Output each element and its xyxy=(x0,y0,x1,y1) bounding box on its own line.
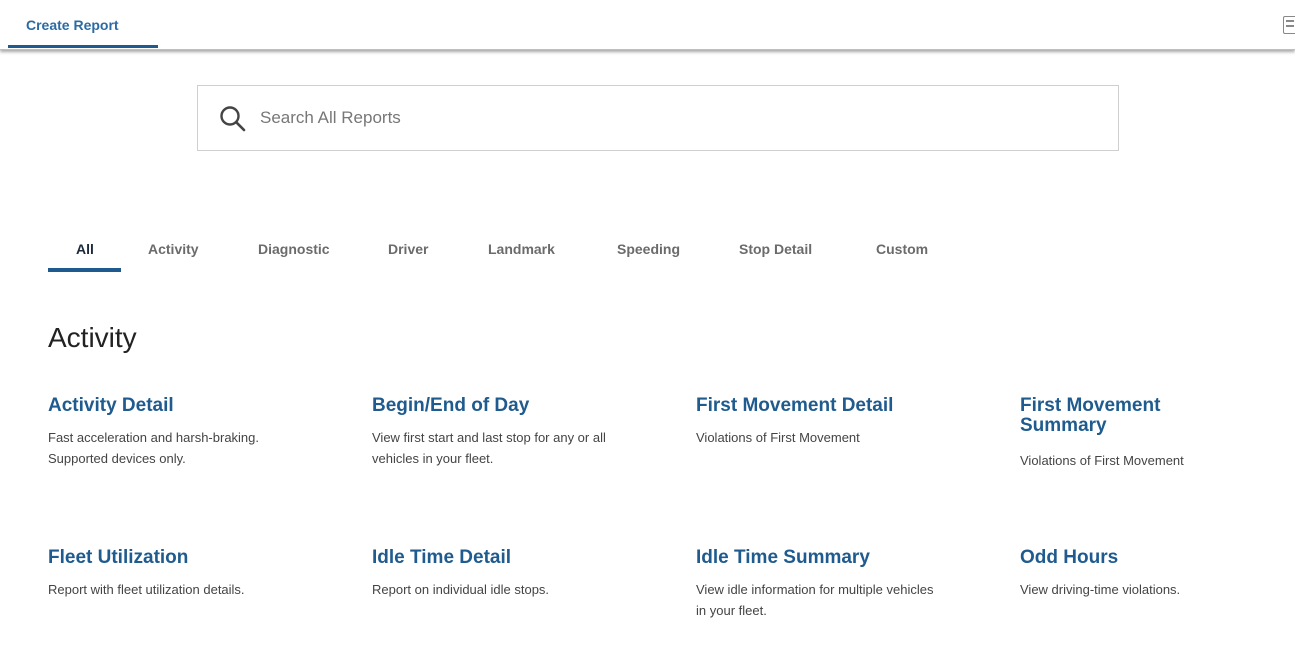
report-description: Fast acceleration and harsh-braking. Sup… xyxy=(48,430,260,466)
calendar-icon[interactable] xyxy=(1283,16,1295,34)
report-description: View driving-time violations. xyxy=(1020,582,1181,597)
search-box[interactable] xyxy=(197,85,1119,151)
report-title[interactable]: Fleet Utilization xyxy=(48,548,318,568)
report-card[interactable]: Odd Hours View driving-time violations. xyxy=(1020,548,1250,600)
report-description: View idle information for multiple vehic… xyxy=(696,582,934,618)
tab-diagnostic[interactable]: Diagnostic xyxy=(258,232,361,272)
search-icon xyxy=(220,106,246,132)
tab-landmark-label: Landmark xyxy=(488,241,555,257)
report-title[interactable]: Odd Hours xyxy=(1020,548,1250,568)
tab-speeding-label: Speeding xyxy=(617,241,681,257)
filter-tabs: All Activity Diagnostic Driver Landmark … xyxy=(48,232,936,274)
report-title[interactable]: First Movement Detail xyxy=(696,396,966,416)
top-bar: Create Report xyxy=(0,0,1295,50)
tab-create-report-label: Create Report xyxy=(26,17,119,33)
tab-activity[interactable]: Activity xyxy=(148,232,231,272)
report-card[interactable]: Idle Time Summary View idle information … xyxy=(696,548,966,621)
report-card[interactable]: Fleet Utilization Report with fleet util… xyxy=(48,548,318,600)
tab-landmark[interactable]: Landmark xyxy=(488,232,590,272)
tab-driver[interactable]: Driver xyxy=(388,232,461,272)
tab-custom[interactable]: Custom xyxy=(876,232,936,272)
report-description: View first start and last stop for any o… xyxy=(372,430,606,466)
tab-driver-label: Driver xyxy=(388,241,429,257)
tab-stop-detail[interactable]: Stop Detail xyxy=(739,232,849,272)
section-title: Activity xyxy=(48,322,137,353)
tab-activity-label: Activity xyxy=(148,241,199,257)
report-description: Violations of First Movement xyxy=(696,430,860,445)
tab-all-label: All xyxy=(76,241,94,257)
report-card[interactable]: First Movement Detail Violations of Firs… xyxy=(696,396,966,448)
report-card[interactable]: Idle Time Detail Report on individual id… xyxy=(372,548,642,600)
report-description: Report with fleet utilization details. xyxy=(48,582,245,597)
report-title[interactable]: Activity Detail xyxy=(48,396,318,416)
search-input[interactable] xyxy=(260,86,1100,150)
report-title[interactable]: First Movement Summary xyxy=(1020,396,1210,436)
report-card[interactable]: First Movement Summary Violations of Fir… xyxy=(1020,396,1250,471)
report-title[interactable]: Idle Time Summary xyxy=(696,548,966,568)
tab-speeding[interactable]: Speeding xyxy=(617,232,712,272)
report-title[interactable]: Begin/End of Day xyxy=(372,396,642,416)
tab-diagnostic-label: Diagnostic xyxy=(258,241,330,257)
tab-stop-detail-label: Stop Detail xyxy=(739,241,813,257)
tab-custom-label: Custom xyxy=(876,241,929,257)
report-description: Violations of First Movement xyxy=(1020,453,1184,468)
report-card[interactable]: Activity Detail Fast acceleration and ha… xyxy=(48,396,318,469)
report-card[interactable]: Begin/End of Day View first start and la… xyxy=(372,396,642,469)
tab-all[interactable]: All xyxy=(48,232,121,272)
report-title[interactable]: Idle Time Detail xyxy=(372,548,642,568)
tab-create-report[interactable]: Create Report xyxy=(8,0,158,50)
report-description: Report on individual idle stops. xyxy=(372,582,550,597)
